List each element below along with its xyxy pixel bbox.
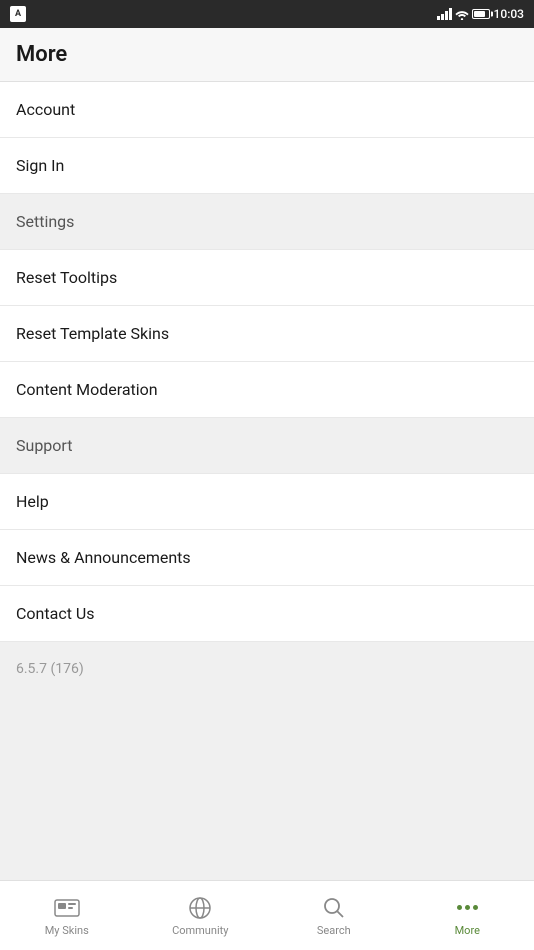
status-icons (437, 8, 490, 20)
version-text: 6.5.7 (176) (16, 661, 84, 677)
nav-label-community: Community (172, 924, 228, 937)
menu-item-support[interactable]: Support (0, 418, 534, 474)
status-bar-right: 10:03 (437, 7, 524, 21)
wifi-icon (455, 8, 469, 20)
nav-label-more: More (455, 924, 480, 937)
menu-item-news-announcements[interactable]: News & Announcements (0, 530, 534, 586)
status-time: 10:03 (494, 7, 524, 21)
app-icon: A (10, 6, 26, 22)
nav-item-more[interactable]: More (401, 887, 534, 945)
nav-label-search: Search (317, 924, 351, 937)
search-icon (321, 895, 347, 921)
nav-item-community[interactable]: Community (134, 887, 268, 945)
page-header: More (0, 28, 534, 82)
nav-label-my-skins: My Skins (45, 924, 89, 937)
page-content: More Account Sign In Settings Reset Tool… (0, 28, 534, 880)
globe-icon (187, 895, 213, 921)
menu-item-content-moderation[interactable]: Content Moderation (0, 362, 534, 418)
nav-item-search[interactable]: Search (267, 887, 401, 945)
nav-item-my-skins[interactable]: My Skins (0, 887, 134, 945)
menu-list: Account Sign In Settings Reset Tooltips … (0, 82, 534, 642)
menu-item-settings[interactable]: Settings (0, 194, 534, 250)
bottom-nav: My Skins Community Search (0, 880, 534, 950)
menu-item-reset-template-skins[interactable]: Reset Template Skins (0, 306, 534, 362)
menu-item-sign-in[interactable]: Sign In (0, 138, 534, 194)
more-icon (454, 895, 480, 921)
menu-item-contact-us[interactable]: Contact Us (0, 586, 534, 642)
battery-icon (472, 9, 490, 19)
version-area: 6.5.7 (176) (0, 642, 534, 880)
signal-icon (437, 8, 452, 20)
menu-item-account[interactable]: Account (0, 82, 534, 138)
menu-item-reset-tooltips[interactable]: Reset Tooltips (0, 250, 534, 306)
status-bar-left: A (10, 6, 26, 22)
page-title: More (16, 42, 67, 67)
status-bar: A 10:03 (0, 0, 534, 28)
skins-icon (54, 895, 80, 921)
menu-item-help[interactable]: Help (0, 474, 534, 530)
